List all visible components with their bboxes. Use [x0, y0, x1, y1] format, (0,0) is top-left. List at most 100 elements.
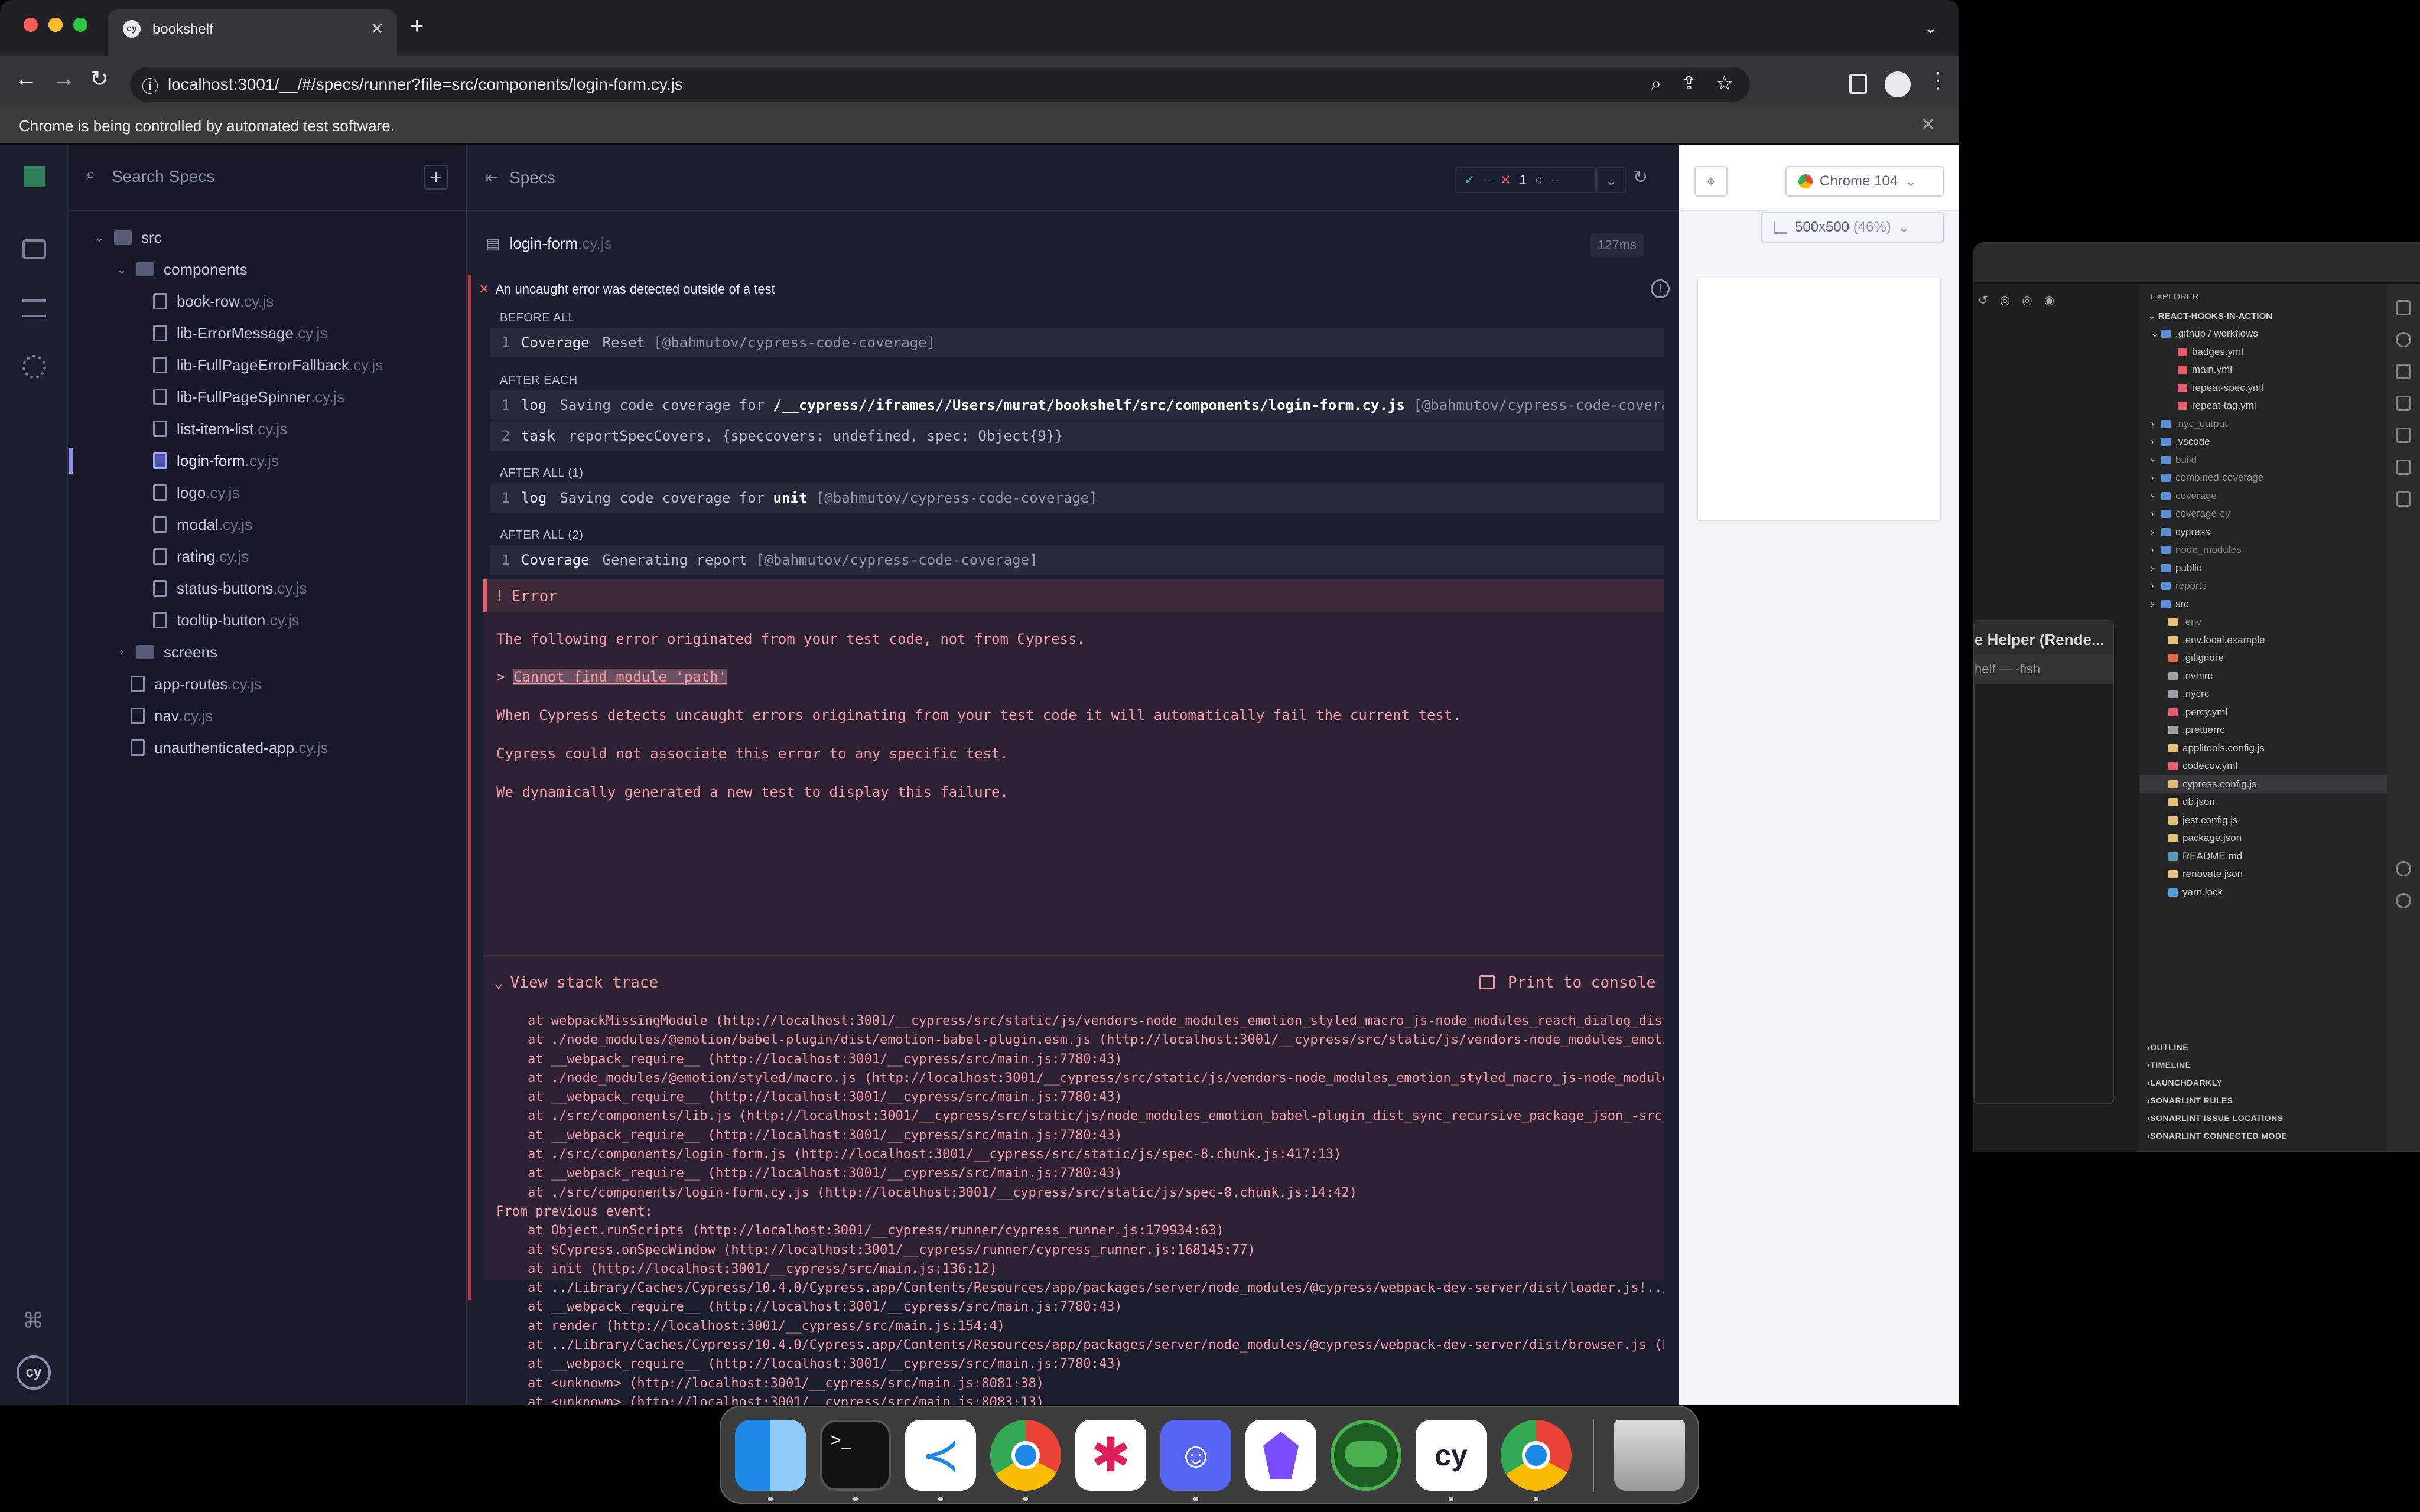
cypress-logo-icon[interactable]: cy [17, 1355, 51, 1390]
spec-file[interactable]: unauthenticated-app .cy.js [131, 735, 328, 761]
history-icon[interactable]: ↺ [1978, 293, 1988, 308]
project-logo-icon[interactable] [24, 166, 45, 187]
spec-file[interactable]: lib-FullPageErrorFallback .cy.js [153, 352, 383, 378]
explorer-folder[interactable]: › coverage-cy [2139, 505, 2387, 523]
uncaught-error-row[interactable]: ✕ An uncaught error was detected outside … [479, 279, 1670, 298]
collapse-chevron-icon[interactable]: ⌄ [1596, 167, 1626, 193]
terminal-icon[interactable]: >_ [820, 1420, 891, 1491]
spec-file[interactable]: lib-ErrorMessage .cy.js [153, 320, 327, 346]
back-arrow-icon[interactable]: ← [14, 66, 38, 92]
bookmark-star-icon[interactable]: ☆ [1716, 71, 1733, 95]
explorer-file[interactable]: .prettierrc [2139, 721, 2387, 739]
hook-after-all-2[interactable]: AFTER ALL (2) [500, 529, 583, 542]
explorer-file[interactable]: package.json [2139, 829, 2387, 848]
hook-after-all-1[interactable]: AFTER ALL (1) [500, 467, 583, 480]
reload-icon[interactable]: ↻ [90, 66, 109, 92]
explorer-file[interactable]: applitools.config.js [2139, 739, 2387, 758]
view-stack-trace-toggle[interactable]: ⌄ View stack trace [494, 974, 658, 992]
files-icon[interactable] [2396, 300, 2411, 315]
obsidian-icon[interactable] [1245, 1420, 1316, 1491]
spec-file[interactable]: list-item-list .cy.js [153, 416, 287, 442]
search-icon[interactable] [2396, 332, 2411, 347]
specs-label[interactable]: Specs [509, 168, 555, 187]
chrome-icon[interactable] [990, 1420, 1061, 1491]
project-title[interactable]: ⌄ REACT-HOOKS-IN-ACTION [2139, 307, 2387, 325]
print-to-console-button[interactable]: Print to console [1479, 974, 1655, 992]
spec-folder[interactable]: › screens [115, 639, 217, 665]
diff-icon[interactable]: ◉ [2044, 293, 2054, 308]
spec-file[interactable]: nav .cy.js [131, 703, 213, 729]
vscode-icon[interactable]: ≺ [905, 1420, 976, 1491]
explorer-file[interactable]: .nycrc [2139, 685, 2387, 703]
explorer-file[interactable]: repeat-tag.yml [2139, 397, 2387, 415]
explorer-file[interactable]: .gitignore [2139, 649, 2387, 667]
testing-icon[interactable] [2396, 491, 2411, 507]
spec-file[interactable]: modal .cy.js [153, 511, 252, 537]
site-info-icon[interactable]: ⓘ [142, 74, 158, 97]
slack-icon[interactable]: ✱ [1075, 1420, 1146, 1491]
explorer-section[interactable]: › SONARLINT ISSUE LOCATIONS [2139, 1109, 2387, 1127]
explorer-file[interactable]: db.json [2139, 793, 2387, 812]
cypress-app-icon[interactable]: cy [1416, 1420, 1487, 1491]
discord-icon[interactable]: ☺ [1160, 1420, 1231, 1491]
spec-file[interactable]: tooltip-button .cy.js [153, 607, 300, 633]
extensions-icon[interactable] [2396, 428, 2411, 443]
runs-nav-icon[interactable] [22, 299, 46, 317]
explorer-file[interactable]: cypress.config.js [2139, 775, 2387, 793]
command-row[interactable]: 1 Coverage Generating report [@bahmutov/cy… [490, 545, 1664, 575]
rerun-icon[interactable]: ↻ [1633, 167, 1648, 188]
explorer-folder[interactable]: › src [2139, 595, 2387, 614]
settings-gear-icon[interactable] [2396, 893, 2411, 908]
command-row[interactable]: 1 Coverage Reset [@bahmutov/cypress-code-c… [490, 328, 1664, 357]
close-infobar-icon[interactable]: ✕ [1921, 115, 1936, 135]
spec-folder[interactable]: ⌄ components [115, 256, 248, 282]
terminal-tab[interactable]: helf — -fish [1975, 654, 2113, 684]
more-menu-icon[interactable]: ⋮ [1927, 68, 1949, 93]
hook-after-each[interactable]: AFTER EACH [500, 374, 578, 387]
command-row[interactable]: 1 log Saving code coverage for /__cypress/… [490, 390, 1664, 420]
browser-tab[interactable]: cy bookshelf ✕ [108, 9, 397, 56]
share-icon[interactable]: ⇪ [1681, 71, 1697, 94]
explorer-folder[interactable]: › cypress [2139, 523, 2387, 542]
git-icon[interactable]: ◎ [2000, 293, 2010, 308]
keyboard-shortcuts-icon[interactable]: ⌘ [22, 1308, 44, 1333]
new-tab-icon[interactable]: + [410, 13, 424, 40]
explorer-file[interactable]: yarn.lock [2139, 884, 2387, 902]
explorer-section[interactable]: › SONARLINT CONNECTED MODE [2139, 1127, 2387, 1145]
viewport-selector[interactable]: 500x500 (46%) ⌄ [1761, 212, 1944, 243]
minimize-window-button[interactable] [48, 18, 63, 32]
forward-arrow-icon[interactable]: → [52, 66, 76, 92]
command-row[interactable]: 1 log Saving code coverage for unit [@bahm… [490, 483, 1664, 513]
specs-back-icon[interactable]: ⇤ [486, 168, 499, 187]
explorer-folder[interactable]: › coverage [2139, 487, 2387, 506]
close-window-button[interactable] [24, 18, 38, 32]
zoom-window-button[interactable] [73, 18, 87, 32]
run-debug-icon[interactable] [2396, 396, 2411, 411]
specs-nav-icon[interactable] [22, 239, 46, 259]
explorer-folder[interactable]: › node_modules [2139, 541, 2387, 559]
explorer-file[interactable]: .env.local.example [2139, 631, 2387, 650]
tab-search-chevron-icon[interactable]: ⌄ [1924, 18, 1937, 37]
explorer-section[interactable]: › OUTLINE [2139, 1038, 2387, 1056]
finder-icon[interactable] [735, 1420, 806, 1491]
new-spec-button[interactable]: + [424, 165, 448, 190]
explorer-file[interactable]: .percy.yml [2139, 703, 2387, 722]
browser-selector[interactable]: Chrome 104 ⌄ [1785, 166, 1944, 197]
explorer-folder[interactable]: ⌄ .github / workflows [2139, 325, 2387, 343]
source-control-icon[interactable] [2396, 364, 2411, 379]
side-panel-icon[interactable] [1849, 74, 1867, 94]
url-field[interactable]: ⓘ localhost:3001/__/#/specs/runner?file=… [130, 67, 1750, 102]
spec-folder[interactable]: ⌄ src [93, 224, 162, 250]
spec-file[interactable]: rating .cy.js [153, 543, 249, 569]
remote-icon[interactable] [2396, 460, 2411, 475]
spec-file[interactable]: logo .cy.js [153, 480, 239, 506]
explorer-folder[interactable]: › .nyc_output [2139, 415, 2387, 434]
spec-file[interactable]: lib-FullPageSpinner .cy.js [153, 384, 344, 410]
zoom-icon[interactable]: ⌕ [1651, 73, 1661, 95]
explorer-folder[interactable]: › public [2139, 559, 2387, 578]
explorer-section[interactable]: › LAUNCHDARKLY [2139, 1074, 2387, 1091]
spec-file[interactable]: book-row .cy.js [153, 288, 274, 314]
spec-file[interactable]: status-buttons .cy.js [153, 575, 307, 601]
command-row[interactable]: 2 task reportSpecCovers, {speccovers: unde… [490, 421, 1664, 451]
explorer-file[interactable]: README.md [2139, 848, 2387, 866]
